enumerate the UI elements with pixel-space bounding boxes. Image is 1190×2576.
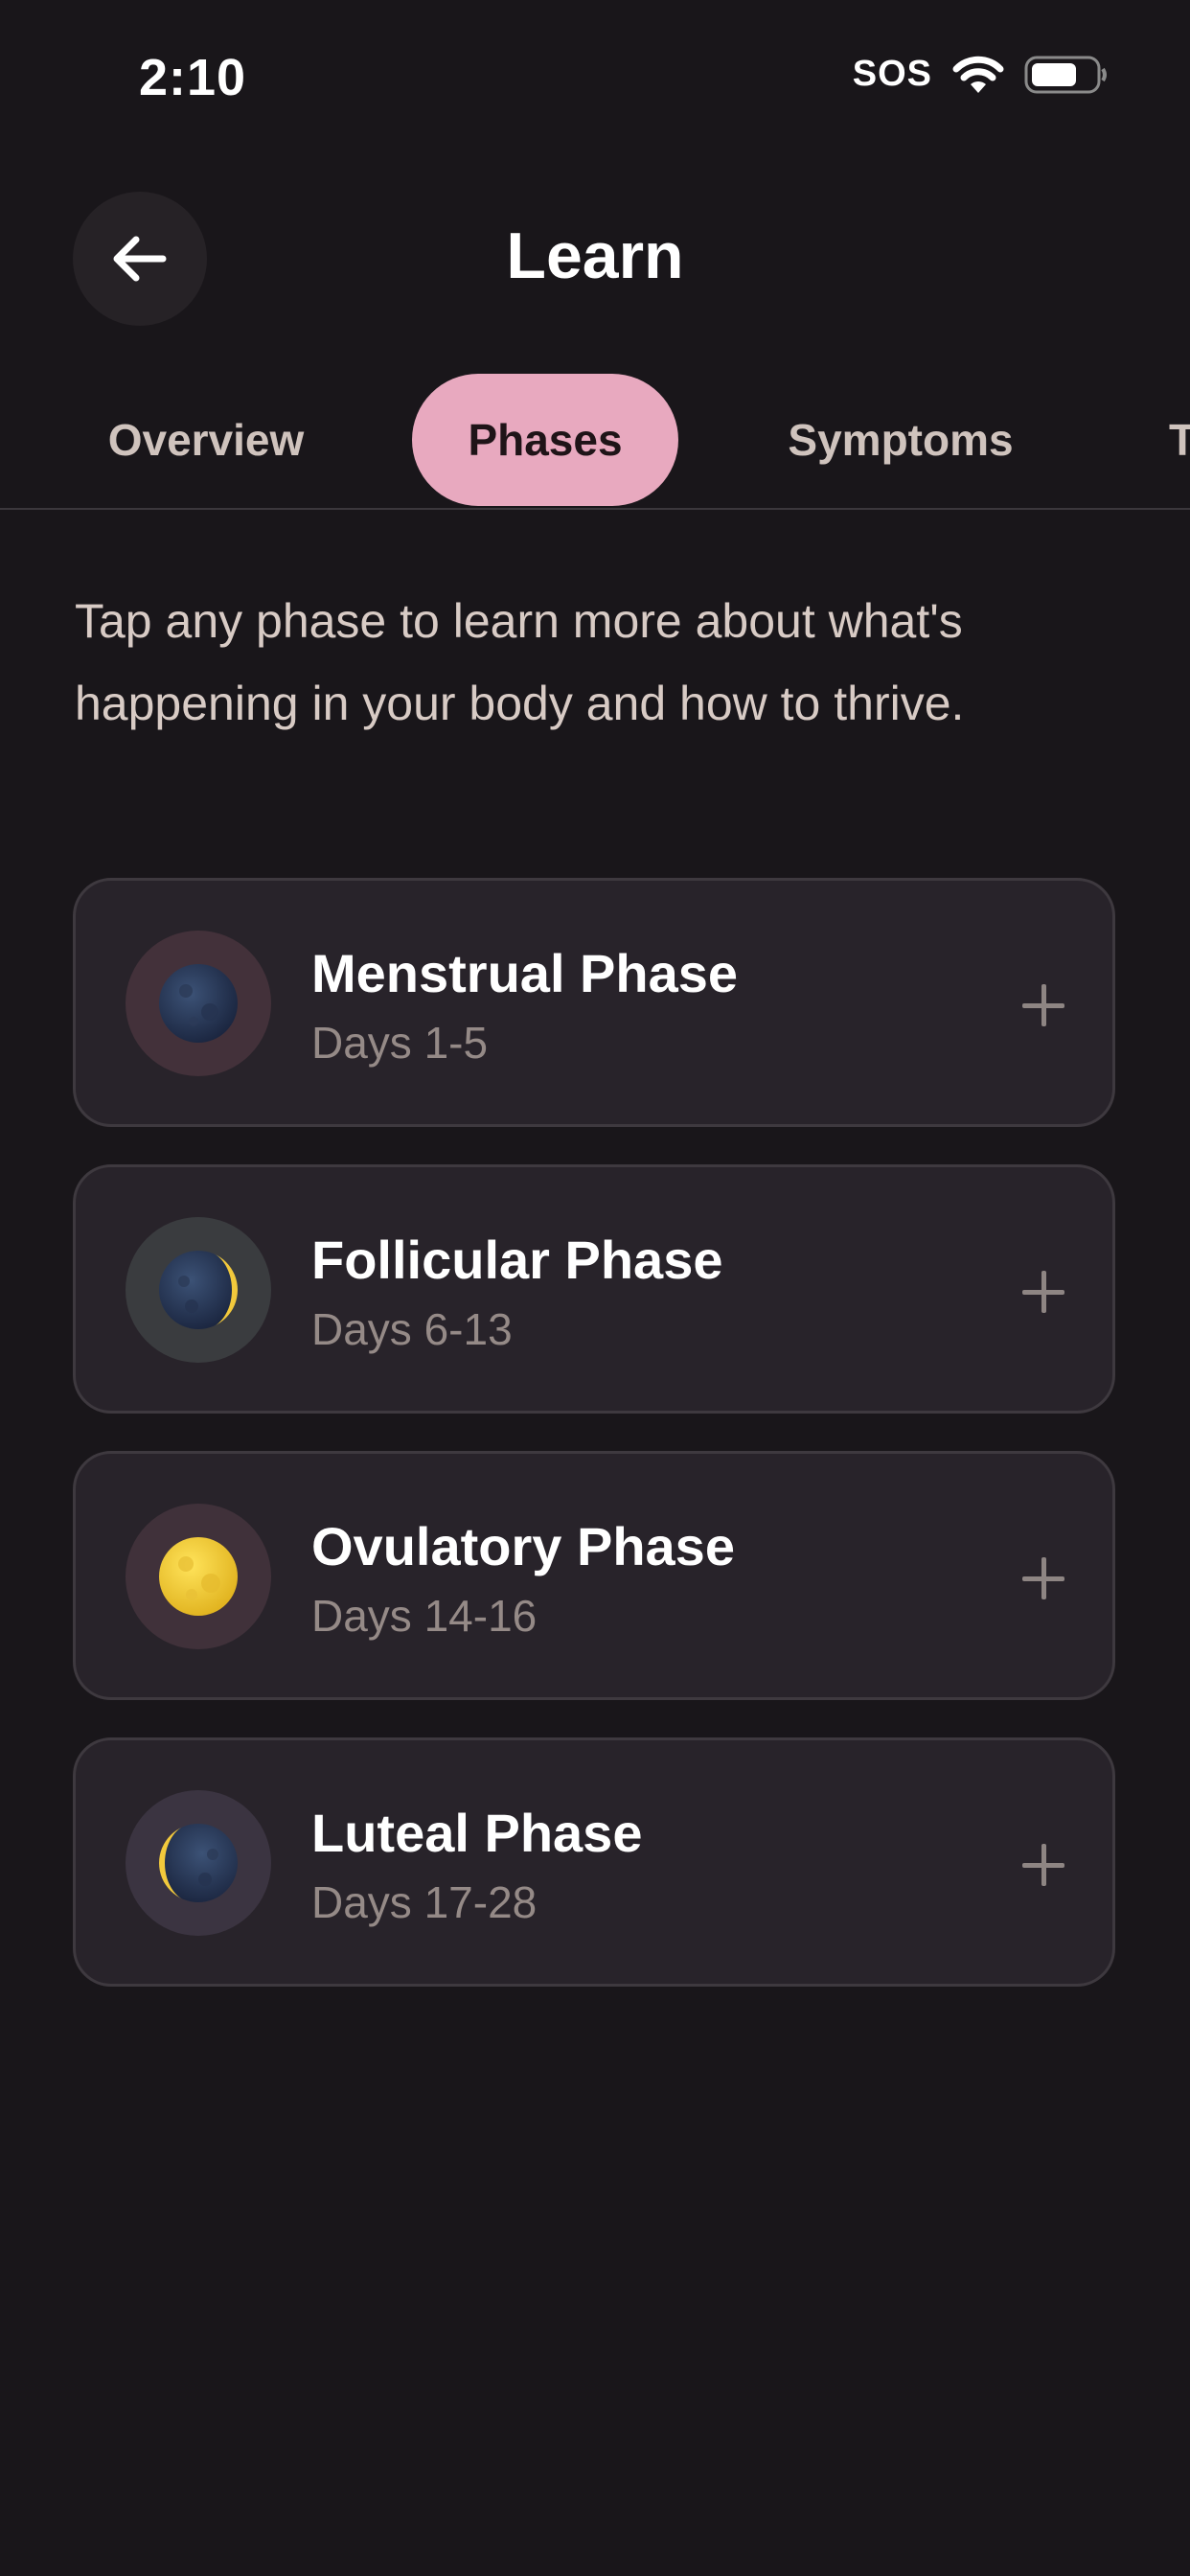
tab-symptoms[interactable]: Symptoms: [757, 374, 1044, 506]
battery-icon: [1024, 56, 1107, 93]
phase-icon-bg: [126, 931, 271, 1076]
phase-name: Follicular Phase: [311, 1230, 723, 1290]
phase-icon-bg: [126, 1504, 271, 1649]
phase-days: Days 1-5: [311, 1018, 489, 1068]
phase-card-menstrual[interactable]: Menstrual Phase Days 1-5: [73, 878, 1115, 1127]
status-bar: 2:10 SOS: [0, 0, 1190, 153]
phase-name: Luteal Phase: [311, 1803, 643, 1863]
phase-card-follicular[interactable]: Follicular Phase Days 6-13: [73, 1164, 1115, 1414]
new-moon-icon: [159, 964, 238, 1043]
phase-name: Menstrual Phase: [311, 943, 739, 1003]
status-time: 2:10: [139, 49, 247, 106]
phase-icon-bg: [126, 1217, 271, 1363]
wifi-icon: [952, 56, 1004, 93]
plus-icon[interactable]: [1022, 1844, 1064, 1886]
phase-days: Days 14-16: [311, 1591, 538, 1641]
phase-icon-bg: [126, 1790, 271, 1936]
waning-crescent-moon-icon: [159, 1824, 238, 1902]
phase-card-luteal[interactable]: Luteal Phase Days 17-28: [73, 1737, 1115, 1987]
phase-name: Ovulatory Phase: [311, 1516, 735, 1576]
tab-bar: Overview Phases Symptoms T: [0, 374, 1190, 510]
tab-overview[interactable]: Overview: [75, 374, 337, 506]
page-title: Learn: [506, 219, 684, 292]
status-indicators: SOS: [853, 54, 1109, 95]
intro-text: Tap any phase to learn more about what's…: [75, 594, 965, 730]
phase-days: Days 17-28: [311, 1877, 538, 1927]
plus-icon[interactable]: [1022, 1557, 1064, 1599]
full-moon-icon: [159, 1537, 238, 1616]
phase-card-ovulatory[interactable]: Ovulatory Phase Days 14-16: [73, 1451, 1115, 1700]
phase-days: Days 6-13: [311, 1304, 513, 1354]
plus-icon[interactable]: [1022, 984, 1064, 1026]
waxing-crescent-moon-icon: [159, 1251, 238, 1329]
sos-indicator: SOS: [852, 54, 932, 94]
tab-truncated[interactable]: T: [1169, 374, 1190, 506]
tab-phases[interactable]: Phases: [412, 374, 678, 506]
plus-icon[interactable]: [1022, 1271, 1064, 1313]
